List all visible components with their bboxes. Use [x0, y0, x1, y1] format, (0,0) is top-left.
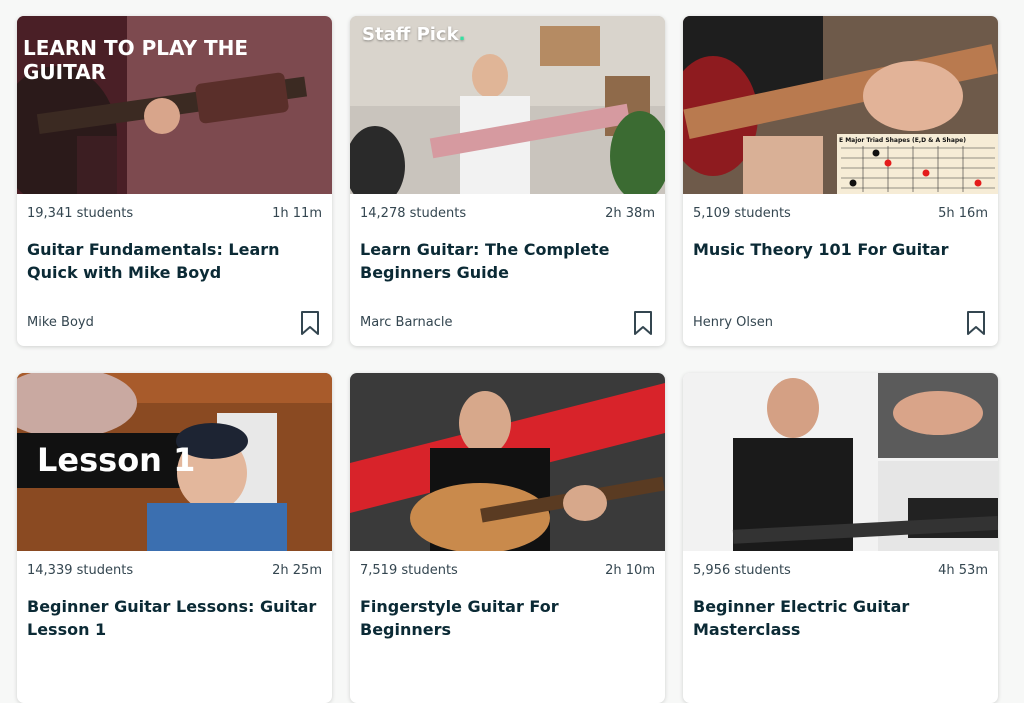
course-meta: 7,519 students 2h 10m — [360, 563, 655, 578]
course-thumbnail[interactable]: LEARN TO PLAY THE GUITAR — [17, 16, 332, 194]
course-thumbnail[interactable]: Lesson 1 — [17, 373, 332, 551]
student-count: 7,519 students — [360, 563, 458, 578]
course-meta: 19,341 students 1h 11m — [27, 206, 322, 221]
course-thumbnail[interactable] — [683, 373, 998, 551]
student-count: 14,278 students — [360, 206, 467, 221]
thumbnail-image — [683, 373, 998, 551]
thumbnail-caption: E Major Triad Shapes (E,D & A Shape) — [839, 137, 966, 144]
course-duration: 5h 16m — [938, 206, 988, 221]
thumbnail-image — [350, 373, 665, 551]
course-title[interactable]: Learn Guitar: The Complete Beginners Gui… — [360, 238, 653, 284]
course-author[interactable]: Henry Olsen — [693, 315, 773, 330]
student-count: 14,339 students — [27, 563, 134, 578]
thumbnail-heading: LEARN TO PLAY THE GUITAR — [23, 36, 249, 84]
student-count: 19,341 students — [27, 206, 134, 221]
course-thumbnail[interactable] — [350, 373, 665, 551]
course-card[interactable]: 7,519 students 2h 10m Fingerstyle Guitar… — [350, 373, 665, 703]
course-title[interactable]: Guitar Fundamentals: Learn Quick with Mi… — [27, 238, 320, 284]
thumbnail-heading: Lesson 1 — [37, 441, 196, 479]
course-card[interactable]: Lesson 1 14,339 students 2h 25m Beginner… — [17, 373, 332, 703]
course-thumbnail[interactable]: E Major Triad Shapes (E,D & A Shape) — [683, 16, 998, 194]
course-thumbnail[interactable]: Staff Pick. — [350, 16, 665, 194]
course-title[interactable]: Beginner Electric Guitar Masterclass — [693, 595, 986, 641]
course-title[interactable]: Music Theory 101 For Guitar — [693, 238, 986, 261]
bookmark-icon[interactable] — [633, 310, 653, 336]
course-card[interactable]: E Major Triad Shapes (E,D & A Shape) 5,1… — [683, 16, 998, 346]
course-title[interactable]: Fingerstyle Guitar For Beginners — [360, 595, 653, 641]
course-duration: 2h 25m — [272, 563, 322, 578]
course-author[interactable]: Marc Barnacle — [360, 315, 453, 330]
course-duration: 2h 10m — [605, 563, 655, 578]
bookmark-icon[interactable] — [966, 310, 986, 336]
course-meta: 14,278 students 2h 38m — [360, 206, 655, 221]
course-card[interactable]: Staff Pick. 14,278 students 2h 38m Learn… — [350, 16, 665, 346]
course-meta: 5,109 students 5h 16m — [693, 206, 988, 221]
course-card[interactable]: 5,956 students 4h 53m Beginner Electric … — [683, 373, 998, 703]
course-meta: 14,339 students 2h 25m — [27, 563, 322, 578]
course-duration: 4h 53m — [938, 563, 988, 578]
course-duration: 2h 38m — [605, 206, 655, 221]
student-count: 5,956 students — [693, 563, 791, 578]
student-count: 5,109 students — [693, 206, 791, 221]
course-card[interactable]: LEARN TO PLAY THE GUITAR 19,341 students… — [17, 16, 332, 346]
course-author[interactable]: Mike Boyd — [27, 315, 94, 330]
bookmark-icon[interactable] — [300, 310, 320, 336]
thumbnail-image — [683, 16, 998, 194]
course-title[interactable]: Beginner Guitar Lessons: Guitar Lesson 1 — [27, 595, 320, 641]
course-meta: 5,956 students 4h 53m — [693, 563, 988, 578]
staff-pick-badge: Staff Pick. — [362, 24, 466, 45]
course-duration: 1h 11m — [272, 206, 322, 221]
